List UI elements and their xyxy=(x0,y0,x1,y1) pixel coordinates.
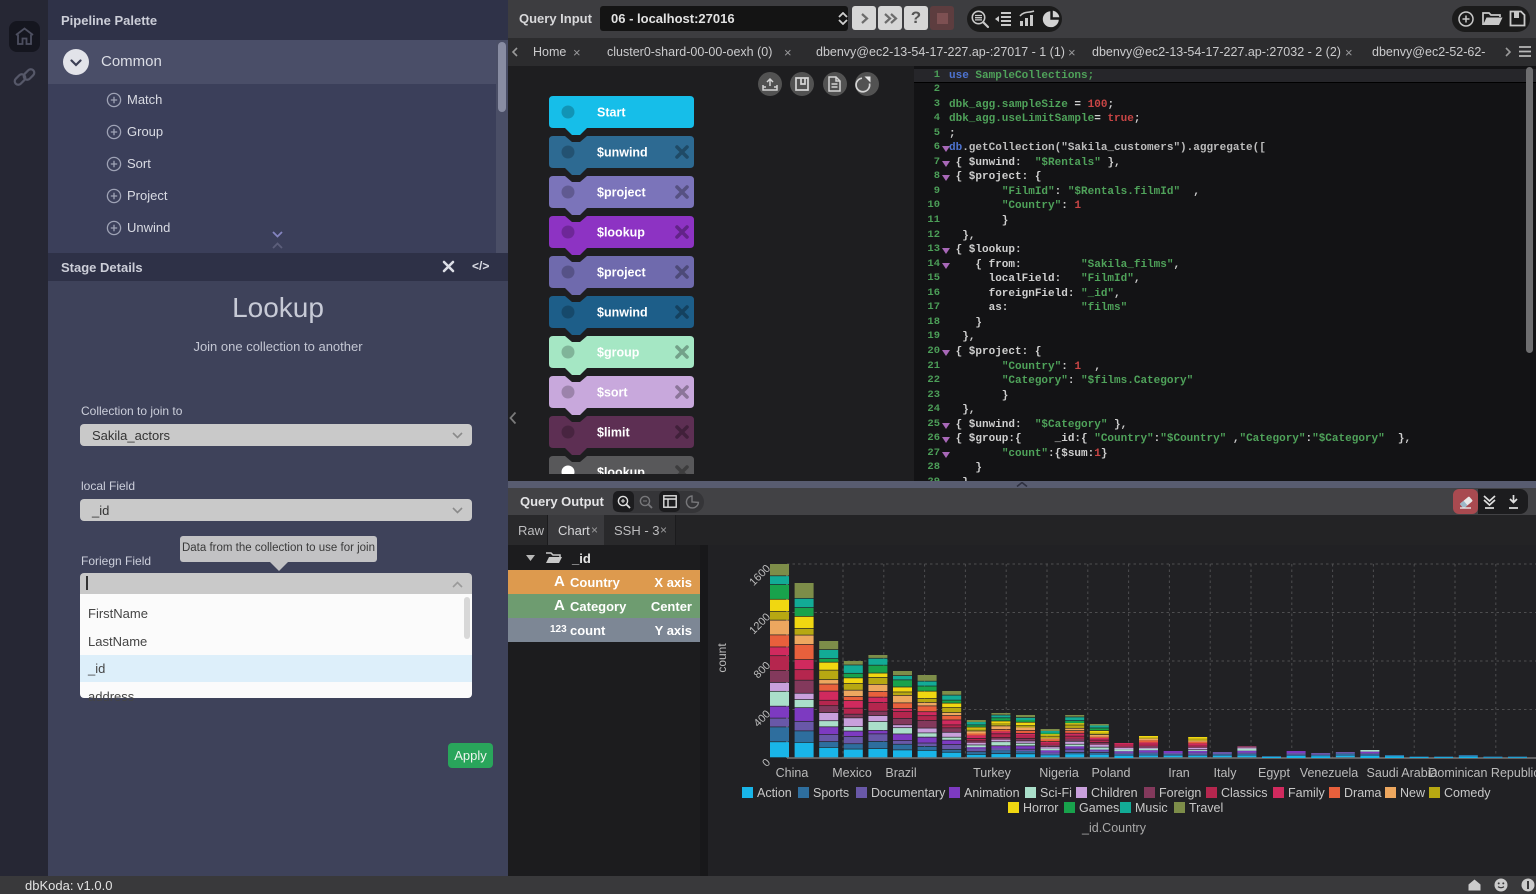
svg-text:Brazil: Brazil xyxy=(885,766,916,780)
svg-text:_id.Country: _id.Country xyxy=(1081,821,1147,835)
svg-text:Children: Children xyxy=(1091,786,1138,800)
svg-text:Documentary: Documentary xyxy=(871,786,946,800)
svg-text:count: count xyxy=(715,643,729,673)
svg-text:$lookup: $lookup xyxy=(597,226,645,240)
svg-text:$unwind: $unwind xyxy=(597,146,648,160)
svg-text:Venezuela: Venezuela xyxy=(1300,766,1358,780)
svg-text:Egypt: Egypt xyxy=(1258,766,1290,780)
svg-text:Action: Action xyxy=(757,786,792,800)
svg-text:Turkey: Turkey xyxy=(973,766,1011,780)
svg-text:Foreign: Foreign xyxy=(1159,786,1201,800)
svg-text:Italy: Italy xyxy=(1214,766,1238,780)
svg-text:Nigeria: Nigeria xyxy=(1039,766,1079,780)
svg-text:$project: $project xyxy=(597,266,646,280)
svg-text:Family: Family xyxy=(1288,786,1326,800)
svg-text:New: New xyxy=(1400,786,1426,800)
svg-text:Travel: Travel xyxy=(1189,801,1223,815)
svg-text:Sci-Fi: Sci-Fi xyxy=(1040,786,1072,800)
svg-text:Dominican Republic: Dominican Republic xyxy=(1428,766,1536,780)
svg-text:Comedy: Comedy xyxy=(1444,786,1491,800)
svg-text:Horror: Horror xyxy=(1023,801,1058,815)
svg-text:$unwind: $unwind xyxy=(597,306,648,320)
svg-text:$lookup: $lookup xyxy=(597,466,645,475)
svg-text:Poland: Poland xyxy=(1092,766,1131,780)
svg-text:Mexico: Mexico xyxy=(832,766,872,780)
svg-text:Games: Games xyxy=(1079,801,1119,815)
svg-text:Iran: Iran xyxy=(1168,766,1190,780)
svg-text:$sort: $sort xyxy=(597,386,628,400)
svg-text:Drama: Drama xyxy=(1344,786,1382,800)
svg-text:Animation: Animation xyxy=(964,786,1020,800)
svg-text:$project: $project xyxy=(597,186,646,200)
svg-text:$group: $group xyxy=(597,346,640,360)
svg-text:Music: Music xyxy=(1135,801,1168,815)
svg-text:$limit: $limit xyxy=(597,426,630,440)
svg-text:China: China xyxy=(776,766,809,780)
svg-text:Classics: Classics xyxy=(1221,786,1268,800)
svg-text:Saudi Arabia: Saudi Arabia xyxy=(1367,766,1438,780)
svg-text:Sports: Sports xyxy=(813,786,849,800)
svg-text:Start: Start xyxy=(597,106,626,120)
